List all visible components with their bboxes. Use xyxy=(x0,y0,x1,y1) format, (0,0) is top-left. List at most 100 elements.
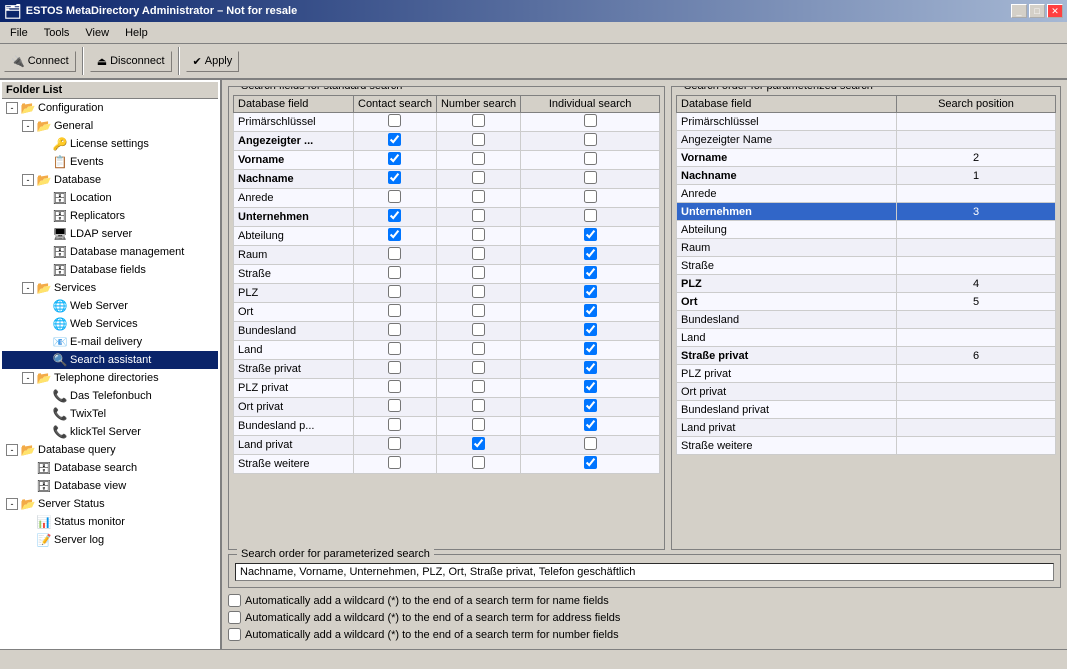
tree-item-dbquery[interactable]: -📂Database query xyxy=(2,441,218,459)
tree-item-teldir[interactable]: -📂Telephone directories xyxy=(2,369,218,387)
field-checkbox[interactable] xyxy=(472,437,485,450)
field-checkbox[interactable] xyxy=(584,380,597,393)
search-field-row[interactable]: PLZ xyxy=(234,284,660,303)
tree-item-dbview[interactable]: 🗄Database view xyxy=(2,477,218,495)
tree-item-dastelefon[interactable]: 📞Das Telefonbuch xyxy=(2,387,218,405)
field-checkbox[interactable] xyxy=(388,247,401,260)
field-checkbox[interactable] xyxy=(388,209,401,222)
search-field-row[interactable]: Bundesland xyxy=(234,322,660,341)
menu-tools[interactable]: Tools xyxy=(36,25,78,41)
tree-item-ldap[interactable]: 🖥LDAP server xyxy=(2,225,218,243)
search-field-row[interactable]: Ort xyxy=(234,303,660,322)
search-order-row[interactable]: Ort5 xyxy=(677,293,1056,311)
field-checkbox[interactable] xyxy=(388,266,401,279)
field-checkbox[interactable] xyxy=(472,152,485,165)
search-field-row[interactable]: Primärschlüssel xyxy=(234,113,660,132)
field-checkbox[interactable] xyxy=(584,266,597,279)
field-checkbox[interactable] xyxy=(472,247,485,260)
search-field-row[interactable]: Vorname xyxy=(234,151,660,170)
field-checkbox[interactable] xyxy=(584,228,597,241)
tree-item-email[interactable]: 📧E-mail delivery xyxy=(2,333,218,351)
field-checkbox[interactable] xyxy=(388,323,401,336)
search-order-row[interactable]: Anrede xyxy=(677,185,1056,203)
search-order-row[interactable]: PLZ4 xyxy=(677,275,1056,293)
search-order-row[interactable]: Abteilung xyxy=(677,221,1056,239)
field-checkbox[interactable] xyxy=(472,361,485,374)
field-checkbox[interactable] xyxy=(584,114,597,127)
tree-item-services[interactable]: -📂Services xyxy=(2,279,218,297)
field-checkbox[interactable] xyxy=(388,342,401,355)
field-checkbox[interactable] xyxy=(472,285,485,298)
tree-item-license[interactable]: 🔑License settings xyxy=(2,135,218,153)
field-checkbox[interactable] xyxy=(388,114,401,127)
field-checkbox[interactable] xyxy=(584,152,597,165)
tree-item-webserver[interactable]: 🌐Web Server xyxy=(2,297,218,315)
search-order-row[interactable]: Angezeigter Name xyxy=(677,131,1056,149)
minimize-button[interactable]: _ xyxy=(1011,4,1027,18)
search-order-row[interactable]: Primärschlüssel xyxy=(677,113,1056,131)
search-field-row[interactable]: Anrede xyxy=(234,189,660,208)
tree-item-serverstatus[interactable]: -📂Server Status xyxy=(2,495,218,513)
window-controls[interactable]: _ □ ✕ xyxy=(1011,4,1063,18)
search-field-row[interactable]: Ort privat xyxy=(234,398,660,417)
field-checkbox[interactable] xyxy=(584,323,597,336)
tree-item-database[interactable]: -📂Database xyxy=(2,171,218,189)
field-checkbox[interactable] xyxy=(388,304,401,317)
search-order-table-scroll[interactable]: Database field Search position Primärsch… xyxy=(676,95,1056,545)
close-button[interactable]: ✕ xyxy=(1047,4,1063,18)
search-order-row[interactable]: Straße xyxy=(677,257,1056,275)
search-order-row[interactable]: Bundesland privat xyxy=(677,401,1056,419)
wildcard-checkbox-cb3[interactable] xyxy=(228,628,241,641)
field-checkbox[interactable] xyxy=(388,361,401,374)
search-order-row[interactable]: Bundesland xyxy=(677,311,1056,329)
field-checkbox[interactable] xyxy=(388,418,401,431)
tree-item-webservices[interactable]: 🌐Web Services xyxy=(2,315,218,333)
field-checkbox[interactable] xyxy=(584,190,597,203)
search-field-row[interactable]: Nachname xyxy=(234,170,660,189)
tree-expand-services[interactable]: - xyxy=(22,282,34,294)
wildcard-checkbox-cb1[interactable] xyxy=(228,594,241,607)
field-checkbox[interactable] xyxy=(388,285,401,298)
tree-item-replicators[interactable]: 🗄Replicators xyxy=(2,207,218,225)
field-checkbox[interactable] xyxy=(472,342,485,355)
tree-item-events[interactable]: 📋Events xyxy=(2,153,218,171)
field-checkbox[interactable] xyxy=(388,190,401,203)
search-order-row[interactable]: Unternehmen3 xyxy=(677,203,1056,221)
field-checkbox[interactable] xyxy=(388,437,401,450)
tree-expand-general[interactable]: - xyxy=(22,120,34,132)
field-checkbox[interactable] xyxy=(584,285,597,298)
menu-help[interactable]: Help xyxy=(117,25,156,41)
tree-expand-teldir[interactable]: - xyxy=(22,372,34,384)
field-checkbox[interactable] xyxy=(584,342,597,355)
search-field-row[interactable]: Abteilung xyxy=(234,227,660,246)
tree-item-twixtel[interactable]: 📞TwixTel xyxy=(2,405,218,423)
field-checkbox[interactable] xyxy=(388,228,401,241)
field-checkbox[interactable] xyxy=(472,114,485,127)
field-checkbox[interactable] xyxy=(472,190,485,203)
disconnect-button[interactable]: ⏏ Disconnect xyxy=(90,51,172,72)
field-checkbox[interactable] xyxy=(584,399,597,412)
field-checkbox[interactable] xyxy=(472,171,485,184)
field-checkbox[interactable] xyxy=(388,399,401,412)
tree-item-general[interactable]: -📂General xyxy=(2,117,218,135)
search-field-row[interactable]: Straße xyxy=(234,265,660,284)
field-checkbox[interactable] xyxy=(584,247,597,260)
field-checkbox[interactable] xyxy=(388,380,401,393)
tree-item-location[interactable]: 🗄Location xyxy=(2,189,218,207)
search-order-row[interactable]: Raum xyxy=(677,239,1056,257)
connect-button[interactable]: 🔌 Connect xyxy=(4,51,76,72)
field-checkbox[interactable] xyxy=(584,171,597,184)
field-checkbox[interactable] xyxy=(388,152,401,165)
apply-button[interactable]: ✔ Apply xyxy=(186,51,240,72)
tree-item-configuration[interactable]: -📂Configuration xyxy=(2,99,218,117)
tree-expand-dbquery[interactable]: - xyxy=(6,444,18,456)
menu-view[interactable]: View xyxy=(77,25,117,41)
search-field-row[interactable]: Angezeigter ... xyxy=(234,132,660,151)
tree-item-serverlog[interactable]: 📝Server log xyxy=(2,531,218,549)
search-order-row[interactable]: Ort privat xyxy=(677,383,1056,401)
tree-item-statusmonitor[interactable]: 📊Status monitor xyxy=(2,513,218,531)
search-field-row[interactable]: PLZ privat xyxy=(234,379,660,398)
field-checkbox[interactable] xyxy=(472,209,485,222)
field-checkbox[interactable] xyxy=(584,437,597,450)
menu-file[interactable]: File xyxy=(2,25,36,41)
